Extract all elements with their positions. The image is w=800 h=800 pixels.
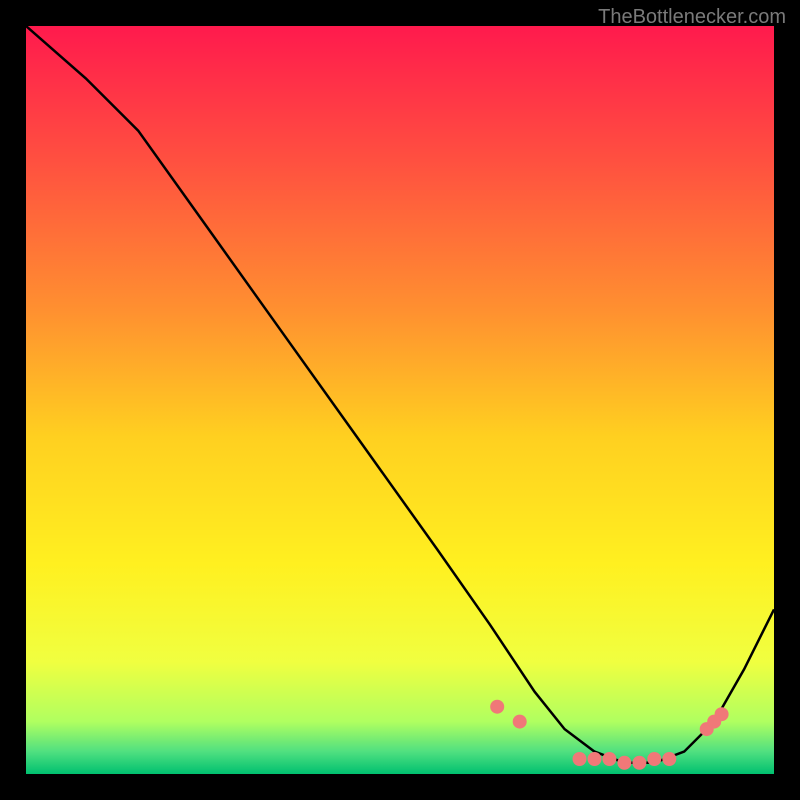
highlight-markers (490, 700, 728, 770)
marker-point (715, 707, 729, 721)
plot-area (26, 26, 774, 774)
marker-point (632, 756, 646, 770)
marker-point (573, 752, 587, 766)
marker-point (602, 752, 616, 766)
marker-point (490, 700, 504, 714)
bottleneck-curve (26, 26, 774, 763)
marker-point (513, 715, 527, 729)
marker-point (647, 752, 661, 766)
marker-point (617, 756, 631, 770)
chart-svg (26, 26, 774, 774)
marker-point (588, 752, 602, 766)
watermark-text: TheBottlenecker.com (598, 6, 786, 29)
marker-point (662, 752, 676, 766)
